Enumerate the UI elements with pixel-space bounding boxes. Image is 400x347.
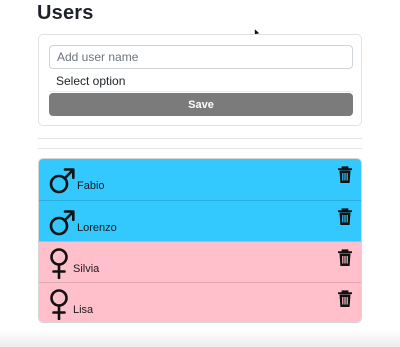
female-icon (50, 248, 68, 279)
list-item: Lisa (39, 282, 361, 322)
gender-select-value: Select option (56, 74, 126, 88)
user-name: Lorenzo (77, 222, 117, 234)
trash-icon[interactable] (337, 249, 353, 267)
gender-select[interactable]: Select option (49, 70, 353, 92)
male-icon (49, 168, 75, 194)
trash-icon[interactable] (337, 208, 353, 226)
divider (38, 148, 362, 149)
user-name-input[interactable] (49, 45, 353, 69)
trash-icon[interactable] (337, 290, 353, 308)
list-item: Fabio (39, 159, 361, 200)
trash-icon[interactable] (337, 166, 353, 184)
female-icon (50, 289, 68, 320)
list-item: Silvia (39, 241, 361, 282)
divider (38, 138, 362, 139)
user-list: Fabio Lorenzo Silvia Lisa (38, 158, 362, 323)
list-item: Lorenzo (39, 200, 361, 241)
user-name: Fabio (77, 180, 105, 192)
page-title: Users (37, 2, 94, 24)
save-button[interactable]: Save (49, 93, 353, 116)
male-icon (49, 210, 75, 236)
add-user-form: Select option Save (38, 34, 362, 126)
window-bottom-edge (0, 330, 400, 347)
user-name: Silvia (73, 263, 100, 275)
user-name: Lisa (73, 304, 94, 316)
